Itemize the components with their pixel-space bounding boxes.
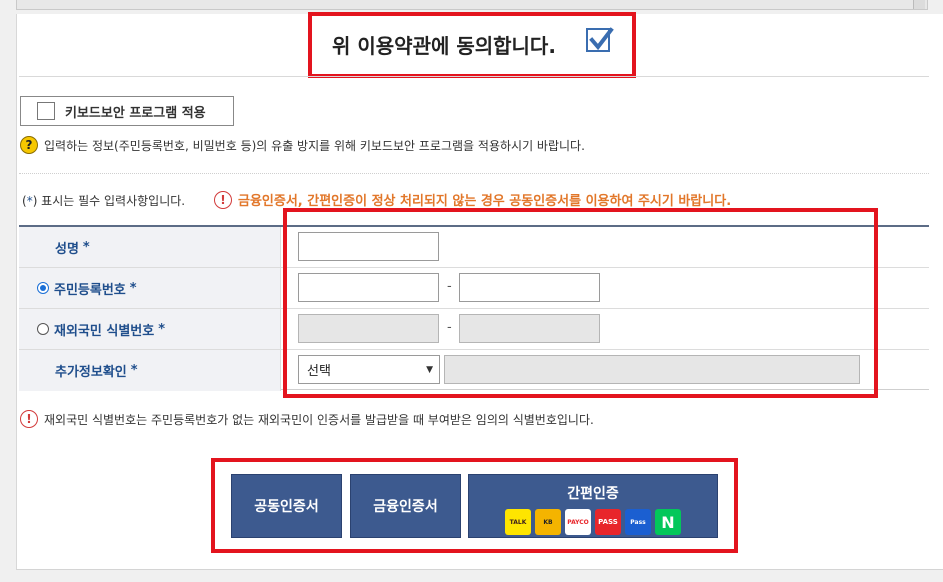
foreign-id-radio[interactable] (37, 323, 49, 335)
keyboard-security-checkbox[interactable] (37, 102, 55, 120)
bottom-edge (16, 569, 943, 582)
info-text: 재외국민 식별번호는 주민등록번호가 없는 재외국민이 인증서를 발급받을 때 … (44, 412, 594, 427)
warning-line: ! 금융인증서, 간편인증이 정상 처리되지 않는 경우 공동인증서를 이용하여… (214, 190, 731, 209)
required-star: * (129, 280, 137, 296)
extra-info-label-text: 추가정보확인 (55, 365, 127, 380)
keyboard-security-label: 키보드보안 프로그램 적용 (65, 105, 206, 121)
extra-info-label: 추가정보확인 * (19, 350, 281, 391)
foreign-id-label: 재외국민 식별번호 * (19, 309, 281, 349)
top-scroll-strip (16, 0, 928, 10)
help-line: ? 입력하는 정보(주민등록번호, 비밀번호 등)의 유출 방지를 위해 키보드… (20, 136, 585, 154)
question-icon: ? (20, 136, 38, 154)
rrn-radio[interactable] (37, 282, 49, 294)
required-star: * (158, 321, 166, 337)
name-label: 성명 * (19, 227, 281, 267)
name-label-text: 성명 (55, 241, 79, 257)
scrollbar-arrow[interactable] (913, 0, 925, 9)
highlight-box-form (283, 208, 878, 398)
divider (19, 76, 929, 77)
highlight-box-buttons (211, 458, 738, 553)
highlight-box-agreement (308, 12, 636, 78)
exclamation-icon: ! (214, 190, 232, 209)
required-note-suffix: ) 표시는 필수 입력사항입니다. (32, 194, 186, 208)
required-star: * (82, 239, 90, 255)
keyboard-security-button[interactable]: 키보드보안 프로그램 적용 (20, 96, 234, 126)
rrn-label: 주민등록번호 * (19, 268, 281, 308)
info-line: ! 재외국민 식별번호는 주민등록번호가 없는 재외국민이 인증서를 발급받을 … (20, 410, 594, 428)
rrn-label-text: 주민등록번호 (54, 282, 126, 298)
required-star: * (130, 363, 138, 378)
exclamation-icon: ! (20, 410, 38, 428)
required-note: (*) 표시는 필수 입력사항입니다. (22, 192, 185, 209)
dotted-divider (19, 173, 929, 174)
warning-text: 금융인증서, 간편인증이 정상 처리되지 않는 경우 공동인증서를 이용하여 주… (238, 194, 732, 209)
foreign-id-label-text: 재외국민 식별번호 (54, 323, 155, 339)
help-text: 입력하는 정보(주민등록번호, 비밀번호 등)의 유출 방지를 위해 키보드보안… (44, 138, 585, 153)
